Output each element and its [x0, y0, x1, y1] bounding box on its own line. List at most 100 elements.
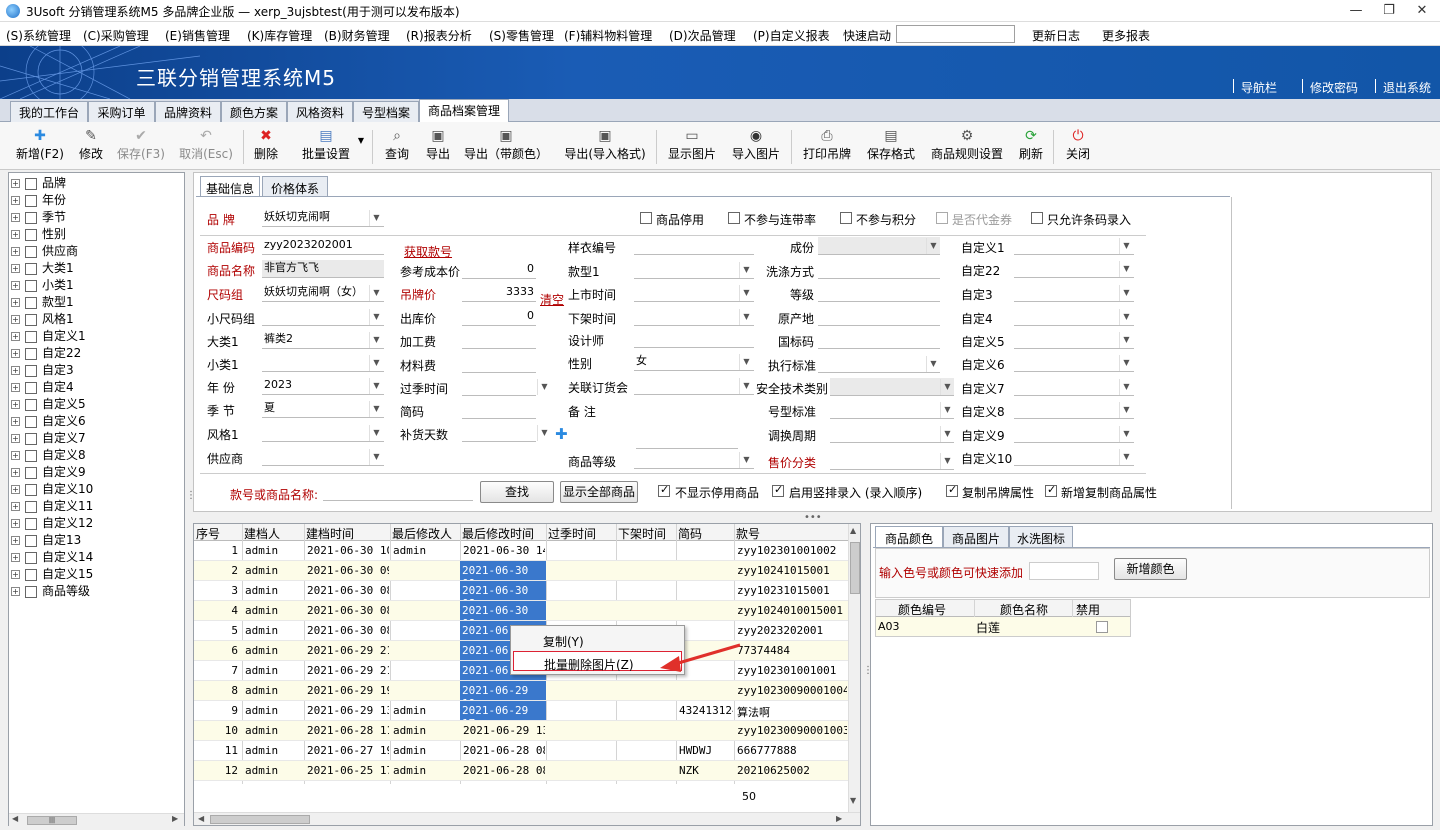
expand-icon[interactable]: + [11, 281, 20, 290]
custom-field-input[interactable] [1014, 308, 1134, 326]
tree-checkbox[interactable] [25, 432, 37, 445]
expand-icon[interactable]: + [11, 587, 20, 596]
field-input[interactable]: 非官方飞飞 [262, 260, 384, 278]
grid-cell-selected[interactable]: 2021-06-29 19: [460, 681, 546, 700]
expand-icon[interactable]: + [11, 349, 20, 358]
tree-item[interactable]: + 自定13 [11, 531, 81, 548]
expand-icon[interactable]: + [11, 553, 20, 562]
field-input[interactable]: 妖妖切克闹啊（女） [262, 284, 384, 302]
field-input[interactable] [462, 331, 536, 349]
menu-more-reports[interactable]: 更多报表 [1102, 27, 1150, 44]
field-input[interactable] [818, 331, 940, 349]
tree-checkbox[interactable] [25, 500, 37, 513]
field-input[interactable] [634, 237, 754, 255]
field-input[interactable]: zyy2023202001 [262, 237, 384, 255]
table-row[interactable]: 1 admin 2021-06-30 10 admin 2021-06-30 14: zy… [194, 541, 848, 561]
tree-item[interactable]: + 自定义15 [11, 565, 93, 582]
custom-field-input[interactable] [1014, 425, 1134, 443]
tree-item[interactable]: + 自定义7 [11, 429, 86, 446]
chevron-down-icon[interactable]: ▼ [926, 238, 940, 254]
chevron-down-icon[interactable]: ▼ [1119, 238, 1133, 254]
grid-cell-selected[interactable]: 2021-06-30 08: [460, 601, 546, 620]
field-input[interactable] [262, 354, 384, 372]
chevron-down-icon[interactable]: ▼ [940, 426, 954, 442]
field-input[interactable] [830, 425, 954, 443]
grid-cell-selected[interactable]: 2021-06-30 08: [460, 581, 546, 600]
tree-checkbox[interactable] [25, 551, 37, 564]
no-points-checkbox[interactable] [840, 212, 852, 224]
minimize-button[interactable]: — [1346, 2, 1366, 20]
get-code-link[interactable]: 获取款号 [404, 243, 452, 260]
tree-item[interactable]: + 自定义11 [11, 497, 93, 514]
custom-field-input[interactable] [1014, 401, 1134, 419]
tree-item[interactable]: + 季节 [11, 208, 66, 225]
scroll-up-icon[interactable]: ▲ [850, 526, 856, 535]
table-row[interactable]: 4 admin 2021-06-30 08 2021-06-30 08: zyy1024… [194, 601, 848, 621]
field-input[interactable] [818, 237, 940, 255]
change-password-link[interactable]: 修改密码 [1310, 79, 1358, 96]
chevron-down-icon[interactable]: ▼ [739, 354, 753, 370]
chevron-down-icon[interactable]: ▼ [739, 262, 753, 278]
field-input[interactable] [830, 452, 954, 470]
grid-col-header[interactable]: 简码 [678, 525, 702, 542]
chevron-down-icon[interactable]: ▼ [739, 309, 753, 325]
tab-workbench[interactable]: 我的工作台 [10, 101, 88, 122]
tree-checkbox[interactable] [25, 466, 37, 479]
expand-icon[interactable]: + [11, 179, 20, 188]
new-button[interactable]: ✚ 新增(F2) [14, 124, 66, 168]
chevron-down-icon[interactable]: ▼ [1119, 355, 1133, 371]
grid-col-header[interactable]: 过季时间 [548, 525, 596, 542]
tab-color-scheme[interactable]: 颜色方案 [221, 101, 287, 122]
vertical-entry-checkbox[interactable] [772, 483, 784, 497]
chevron-down-icon[interactable]: ▼ [1119, 449, 1133, 465]
product-rules-button[interactable]: ⚙ 商品规则设置 [929, 124, 1005, 168]
tree-horizontal-scrollbar[interactable]: ◀ ||| ▶ [9, 813, 184, 826]
chevron-down-icon[interactable]: ▼ [369, 355, 383, 371]
expand-icon[interactable]: + [11, 434, 20, 443]
field-input[interactable]: 2023 [262, 377, 384, 395]
chevron-down-icon[interactable]: ▼ [1119, 426, 1133, 442]
grid-col-header[interactable]: 最后修改人 [392, 525, 452, 542]
scroll-down-icon[interactable]: ▼ [850, 796, 856, 805]
grid-vertical-scrollbar[interactable]: ▲ ▼ [848, 524, 860, 814]
field-input[interactable] [830, 378, 954, 396]
batch-settings-button[interactable]: ▤ 批量设置 [298, 124, 354, 168]
field-input[interactable] [830, 401, 954, 419]
tree-checkbox[interactable] [25, 415, 37, 428]
scroll-left-icon[interactable]: ◀ [12, 814, 18, 823]
field-input[interactable]: 0 [462, 261, 536, 279]
chevron-down-icon[interactable]: ▼ [1119, 402, 1133, 418]
no-joint-rate-checkbox[interactable] [728, 212, 740, 224]
tree-item[interactable]: + 自定义5 [11, 395, 86, 412]
tree-scroll-thumb[interactable]: ||| [27, 816, 77, 825]
scroll-right-icon[interactable]: ▶ [172, 814, 178, 823]
maximize-button[interactable]: ❐ [1379, 2, 1399, 20]
tab-wash-icons[interactable]: 水洗图标 [1009, 526, 1073, 547]
expand-icon[interactable]: + [11, 264, 20, 273]
grid-col-header[interactable]: 建档人 [244, 525, 280, 542]
tree-item[interactable]: + 自定义12 [11, 514, 93, 531]
tree-checkbox[interactable] [25, 347, 37, 360]
logout-link[interactable]: 退出系统 [1383, 79, 1431, 96]
batch-settings-dropdown-icon[interactable]: ▼ [356, 136, 366, 146]
tree-item[interactable]: + 自定义8 [11, 446, 86, 463]
field-input[interactable] [636, 431, 738, 449]
search-input[interactable] [323, 483, 473, 501]
add-plus-icon[interactable]: ✚ [555, 425, 568, 443]
menu-reports[interactable]: (R)报表分析 [406, 27, 472, 44]
grid-horizontal-scrollbar[interactable]: ◀ ▶ [194, 812, 860, 825]
chevron-down-icon[interactable]: ▼ [1119, 261, 1133, 277]
expand-icon[interactable]: + [11, 570, 20, 579]
tab-size[interactable]: 号型档案 [353, 101, 419, 122]
chevron-down-icon[interactable]: ▼ [1119, 332, 1133, 348]
tree-checkbox[interactable] [25, 228, 37, 241]
tab-brand[interactable]: 品牌资料 [155, 101, 221, 122]
copy-attributes-checkbox[interactable] [1045, 483, 1057, 497]
grid-col-header[interactable]: 下架时间 [618, 525, 666, 542]
tab-price-system[interactable]: 价格体系 [262, 176, 328, 197]
expand-icon[interactable]: + [11, 315, 20, 324]
show-images-button[interactable]: ▭ 显示图片 [666, 124, 718, 168]
chevron-down-icon[interactable]: ▼ [926, 356, 940, 372]
tree-checkbox[interactable] [25, 194, 37, 207]
menu-finance[interactable]: (B)财务管理 [324, 27, 390, 44]
